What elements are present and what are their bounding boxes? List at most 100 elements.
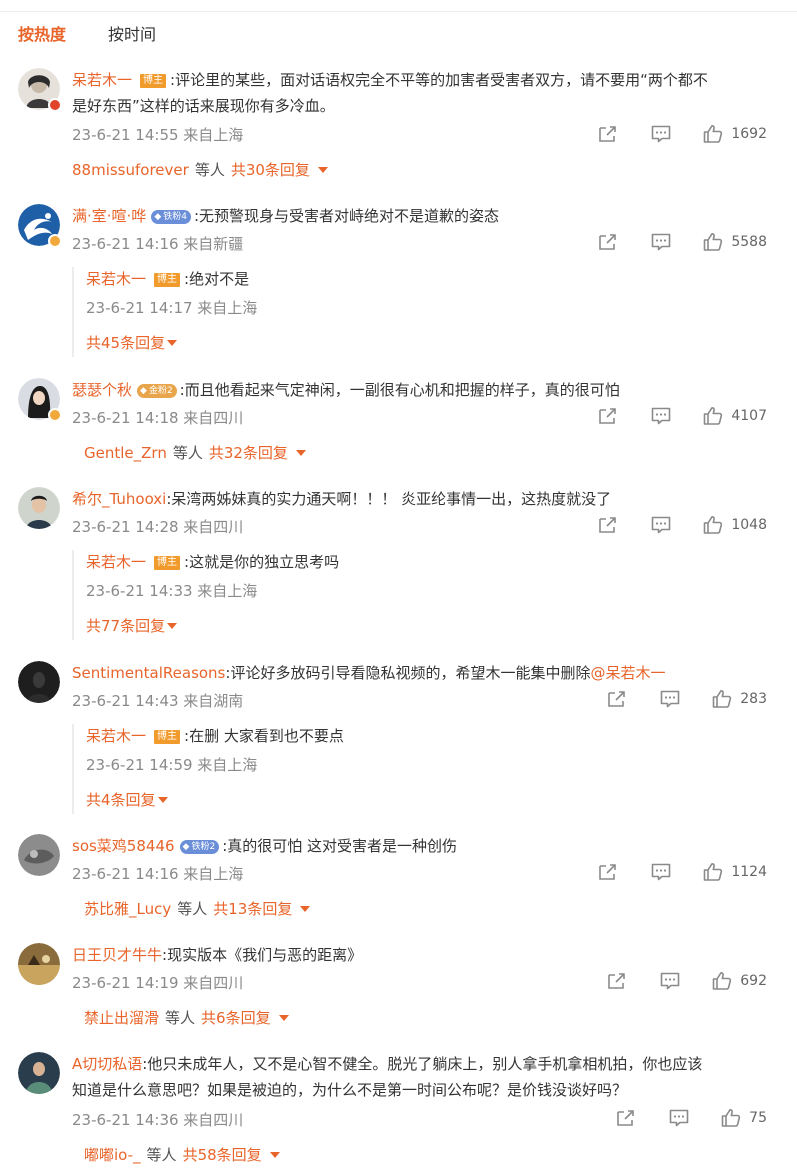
reply-summary: Gentle_Zrn 等人 共32条回复 [84,441,306,465]
like-icon[interactable] [703,406,723,426]
sub-reply-count-link[interactable]: 共45条回复 [86,332,178,354]
comment-timestamp: 23-6-21 14:55 来自上海 [72,126,244,144]
avatar[interactable] [18,943,60,985]
sub-reply-username[interactable]: 呆若木一 [86,727,146,745]
reply-username[interactable]: 苏比雅_Lucy [84,900,171,918]
comment-icon[interactable] [651,862,671,882]
comment-username[interactable]: SentimentalReasons [72,664,225,682]
avatar[interactable] [18,378,62,422]
comment-text: 希尔_Tuhooxi:呆湾两姊妹真的实力通天啊！！！ 炎亚纶事情一出，这热度就没… [72,490,612,508]
avatar[interactable] [18,68,62,112]
reply-username[interactable]: 嘟嘟io-_ [84,1146,141,1164]
chevron-down-icon [157,797,168,803]
comment-username[interactable]: 满·室·喧·哗 [72,207,146,225]
comment-username[interactable]: 日王贝才牛牛 [72,946,162,964]
chevron-down-icon [317,167,328,173]
sub-reply-count-link[interactable]: 共4条回复 [86,789,168,811]
comment-icon[interactable] [660,971,680,991]
comment-username[interactable]: A切切私语 [72,1055,142,1073]
comment-username[interactable]: 呆若木一 [72,71,132,89]
comment-actions: 692 [607,971,767,993]
like-count: 5588 [731,234,767,250]
comment-text: sos菜鸡58446 ◆ 铁粉2:真的很可怕 这对受害者是一种创伤 [72,837,458,855]
like-icon[interactable] [721,1108,741,1128]
like-icon[interactable] [703,124,723,144]
tab-by-heat[interactable]: 按热度 [18,22,66,48]
comment-timestamp: 23-6-21 14:16 来自新疆 [72,235,244,253]
comment-username[interactable]: 瑟瑟个秋 [72,381,132,399]
comment-text: 瑟瑟个秋 ◆ 金粉2:而且他看起来气定神闲，一副很有心机和把握的样子，真的很可怕 [72,381,620,399]
reply-username[interactable]: Gentle_Zrn [84,444,167,462]
share-icon[interactable] [607,971,627,991]
share-icon[interactable] [598,515,618,535]
host-badge: 博主 [154,273,181,287]
comment-actions: 75 [616,1108,767,1130]
reply-count-link[interactable]: 共30条回复 [231,161,310,179]
comment-icon[interactable] [669,1108,689,1128]
mention-link[interactable]: @呆若木一 [590,664,665,682]
like-icon[interactable] [712,971,732,991]
sub-reply-count-link[interactable]: 共77条回复 [86,615,178,637]
comment-text: A切切私语:他只未成年人，又不是心智不健全。脱光了躺床上，别人拿手机拿相机拍，你… [72,1055,703,1099]
verified-icon [48,98,62,112]
reply-summary: 88missuforever 等人 共30条回复 [72,158,328,182]
user-avatar-image [18,487,60,529]
user-avatar-image [18,1052,60,1094]
comment-actions: 1124 [598,862,767,884]
avatar[interactable] [18,834,60,876]
avatar[interactable] [18,1052,60,1094]
comment-icon[interactable] [651,124,671,144]
reply-summary: 苏比雅_Lucy 等人 共13条回复 [84,897,311,921]
host-badge: 博主 [154,730,181,744]
comment-icon[interactable] [660,689,680,709]
reply-username[interactable]: 88missuforever [72,161,189,179]
comment-icon[interactable] [651,406,671,426]
like-icon[interactable] [712,689,732,709]
top-divider [0,11,797,12]
diamond-icon: ◆ [140,386,147,396]
reply-count-link[interactable]: 共32条回复 [209,444,288,462]
avatar[interactable] [18,661,60,703]
comment-timestamp: 23-6-21 14:19 来自四川 [72,974,244,992]
chevron-down-icon [295,450,306,456]
sub-reply-username[interactable]: 呆若木一 [86,270,146,288]
chevron-down-icon [167,340,178,346]
verified-icon [48,234,62,248]
share-icon[interactable] [616,1108,636,1128]
sub-reply-username[interactable]: 呆若木一 [86,553,146,571]
user-avatar-image [18,943,60,985]
sub-reply: 呆若木一 博主:在删 大家看到也不要点 23-6-21 14:59 来自上海 共4… [72,724,772,814]
sub-reply: 呆若木一 博主:这就是你的独立思考吗 23-6-21 14:33 来自上海 共77… [72,550,772,640]
like-icon[interactable] [703,232,723,252]
reply-count-link[interactable]: 共58条回复 [183,1146,262,1164]
reply-count-link[interactable]: 共6条回复 [201,1009,271,1027]
comment-timestamp: 23-6-21 14:18 来自四川 [72,409,244,427]
sub-reply-text: 呆若木一 博主:在删 大家看到也不要点 [86,727,344,745]
share-icon[interactable] [607,689,627,709]
share-icon[interactable] [598,232,618,252]
comment-username[interactable]: sos菜鸡58446 [72,837,175,855]
tab-by-time[interactable]: 按时间 [108,22,156,48]
comment-actions: 283 [607,689,767,711]
like-count: 1692 [731,126,767,142]
comment-username[interactable]: 希尔_Tuhooxi [72,490,166,508]
like-count: 75 [749,1110,767,1126]
sub-reply: 呆若木一 博主:绝对不是 23-6-21 14:17 来自上海 共45条回复 [72,267,772,357]
diamond-icon: ◆ [182,842,190,852]
reply-username[interactable]: 禁止出溜滑 [84,1009,159,1027]
fan-badge: ◆ 铁粉4 [151,210,191,224]
comment-icon[interactable] [651,515,671,535]
comment-actions: 1692 [598,124,767,146]
share-icon[interactable] [598,406,618,426]
avatar[interactable] [18,204,62,248]
like-icon[interactable] [703,862,723,882]
share-icon[interactable] [598,124,618,144]
diamond-icon: ◆ [154,212,162,222]
chevron-down-icon [278,1015,289,1021]
like-icon[interactable] [703,515,723,535]
reply-count-link[interactable]: 共13条回复 [213,900,292,918]
share-icon[interactable] [598,862,618,882]
avatar[interactable] [18,487,60,529]
comment-text: 呆若木一 博主:评论里的某些，面对话语权完全不平等的加害者受害者双方，请不要用“两… [72,71,708,115]
comment-icon[interactable] [651,232,671,252]
